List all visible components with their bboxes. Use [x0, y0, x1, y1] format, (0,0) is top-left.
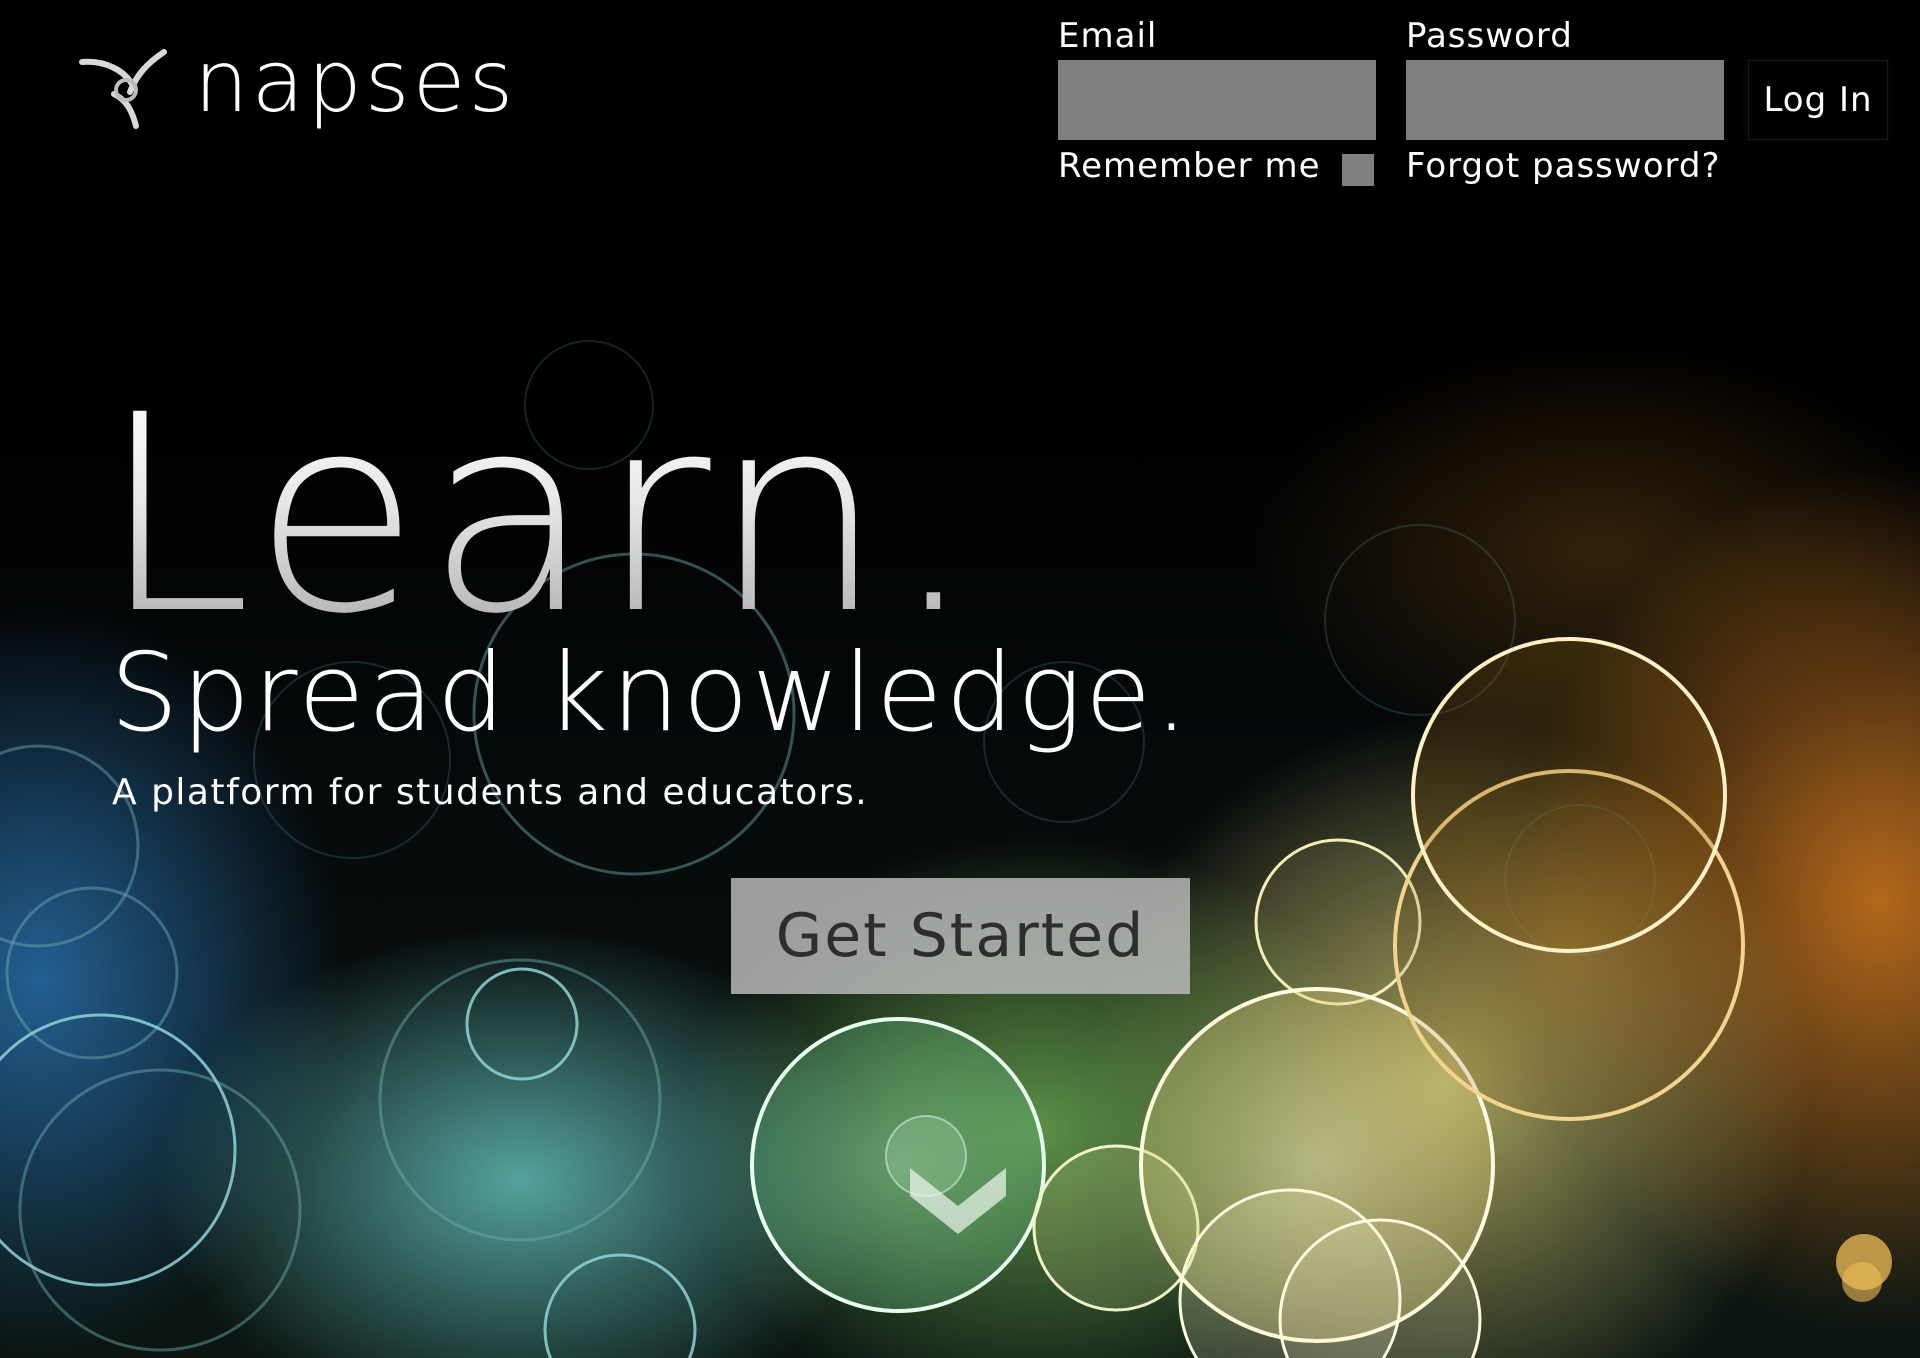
- brand-name: napses: [194, 32, 517, 132]
- remember-me-checkbox[interactable]: [1342, 154, 1374, 186]
- email-field[interactable]: [1058, 60, 1376, 140]
- brand-logo[interactable]: napses: [74, 32, 517, 132]
- napses-logo-icon: [79, 49, 167, 129]
- remember-me-label: Remember me: [1058, 146, 1321, 186]
- forgot-password-link[interactable]: Forgot password?: [1406, 146, 1721, 186]
- hero-tagline: A platform for students and educators.: [112, 772, 869, 813]
- password-field[interactable]: [1406, 60, 1724, 140]
- password-label: Password: [1406, 16, 1573, 56]
- hero-subtitle: Spread knowledge.: [110, 631, 1192, 756]
- chevron-down-icon[interactable]: [906, 1160, 1010, 1236]
- email-label: Email: [1058, 16, 1158, 56]
- hero-title: Learn.: [100, 358, 983, 674]
- landing-page: napses Email Password Log In Remember me…: [0, 0, 1920, 1358]
- get-started-button[interactable]: Get Started: [731, 878, 1190, 994]
- login-button[interactable]: Log In: [1748, 60, 1888, 140]
